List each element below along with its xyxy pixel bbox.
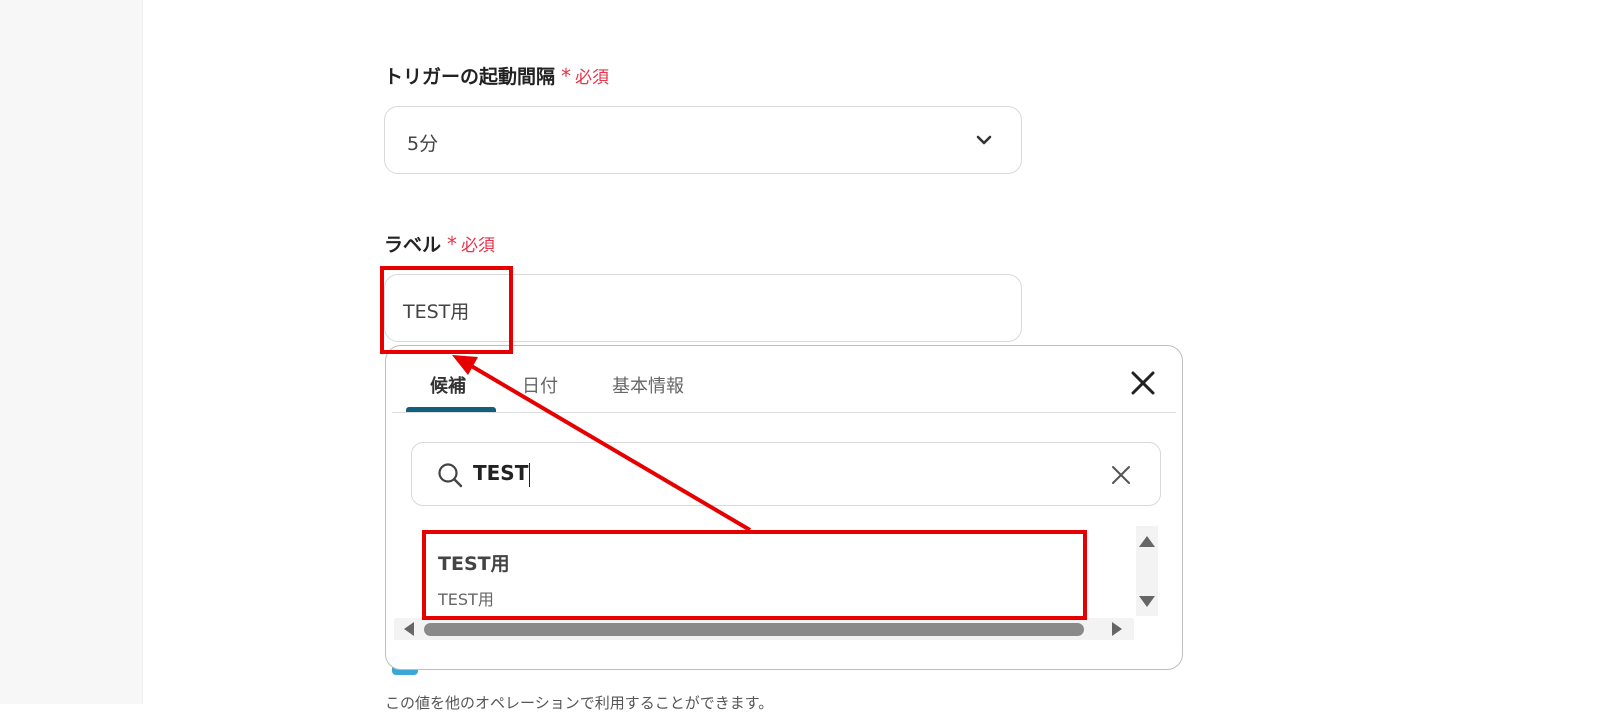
footnote-text: この値を他のオペレーションで利用することができます。 [385, 694, 774, 712]
tab-basic-info[interactable]: 基本情報 [612, 372, 684, 398]
tab-date[interactable]: 日付 [522, 372, 558, 398]
required-text: 必須 [575, 68, 610, 88]
search-icon [438, 463, 463, 488]
label-field-label: ラベル * 必須 [384, 230, 495, 257]
chevron-down-icon [976, 135, 992, 145]
trigger-interval-value: 5分 [407, 133, 439, 155]
scroll-left-icon[interactable] [404, 622, 414, 636]
clear-icon[interactable] [1108, 462, 1134, 488]
trigger-interval-select[interactable]: 5分 [384, 106, 1022, 174]
scroll-down-icon[interactable] [1139, 596, 1155, 607]
required-badge: * 必須 [555, 64, 610, 88]
scrollbar-thumb[interactable] [424, 623, 1084, 636]
trigger-interval-label: トリガーの起動間隔 * 必須 [384, 62, 609, 89]
required-badge: * 必須 [441, 232, 496, 256]
text-cursor [529, 462, 531, 487]
horizontal-scrollbar[interactable] [394, 618, 1134, 640]
required-star: * [561, 64, 572, 88]
tab-candidates[interactable]: 候補 [430, 372, 466, 398]
required-star: * [447, 232, 458, 256]
label-input-value: TEST用 [403, 301, 470, 323]
scroll-up-icon[interactable] [1139, 536, 1155, 547]
label-field-label-text: ラベル [384, 234, 442, 256]
search-input-value: TEST [473, 461, 531, 487]
tab-divider [392, 412, 1176, 413]
label-input[interactable]: TEST用 [384, 274, 1022, 342]
search-query: TEST [473, 461, 529, 485]
close-icon[interactable] [1128, 368, 1158, 398]
list-item[interactable]: TEST用 TEST用 [418, 531, 1086, 615]
suggestion-popup: 候補 日付 基本情報 TEST TEST用 TEST用 [385, 345, 1183, 670]
required-text: 必須 [461, 236, 496, 256]
left-gutter [0, 0, 143, 704]
trigger-interval-label-text: トリガーの起動間隔 [384, 66, 556, 88]
scroll-right-icon[interactable] [1112, 622, 1122, 636]
result-subtitle: TEST用 [438, 590, 494, 609]
result-title: TEST用 [438, 553, 510, 575]
vertical-scrollbar[interactable] [1136, 526, 1158, 616]
search-input[interactable]: TEST [411, 442, 1161, 506]
